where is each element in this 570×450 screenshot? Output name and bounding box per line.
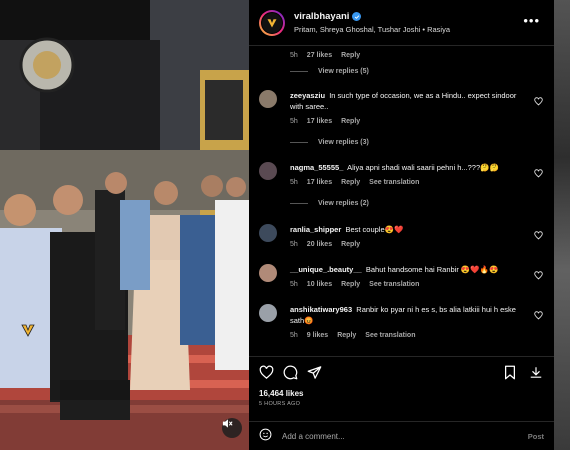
- audio-credit[interactable]: Pritam, Shreya Ghoshal, Tushar Joshi • R…: [294, 25, 450, 34]
- comment-username[interactable]: zeeyasziu: [290, 91, 325, 100]
- comment-text: Bahut handsome hai Ranbir 😍❤️🔥😍: [365, 265, 499, 274]
- comment-text: Best couple😍❤️: [345, 225, 404, 234]
- comment-icon[interactable]: [283, 365, 298, 385]
- comment-username[interactable]: anshikatiwary963: [290, 305, 352, 314]
- video-frame: [0, 0, 249, 450]
- comment-like-heart-icon[interactable]: [534, 165, 543, 183]
- download-icon[interactable]: [529, 365, 543, 385]
- comment-likes[interactable]: 9 likes: [307, 332, 328, 339]
- comment-age: 5h: [290, 281, 298, 288]
- comment-meta: 5h 9 likes Reply See translation: [290, 332, 520, 339]
- reply-button[interactable]: Reply: [337, 332, 356, 339]
- comment-text-row: nagma_55555_ Aliya apni shadi wali saari…: [290, 162, 520, 173]
- screen: viralbhayani Pritam, Shreya Ghoshal, Tus…: [0, 0, 570, 450]
- comment-like-heart-icon[interactable]: [534, 307, 543, 325]
- comment-username[interactable]: nagma_55555_: [290, 163, 343, 172]
- comment-age: 5h: [290, 179, 298, 186]
- post-video[interactable]: [0, 0, 249, 450]
- comment-like-heart-icon[interactable]: [534, 227, 543, 245]
- comment-meta: 5h 17 likes Reply: [290, 118, 520, 125]
- reply-button[interactable]: Reply: [341, 179, 360, 186]
- comment-username[interactable]: __unique_.beauty__: [290, 265, 362, 274]
- comment-text-row: zeeyasziu In such type of occasion, we a…: [290, 90, 520, 112]
- comment-item: __unique_.beauty__ Bahut handsome hai Ra…: [259, 264, 549, 288]
- view-replies-row[interactable]: View replies (3): [259, 139, 549, 146]
- comment-age: 5h: [290, 241, 298, 248]
- action-bar: [259, 365, 544, 381]
- view-replies-button[interactable]: View replies (2): [318, 200, 369, 207]
- comment-text-row: ranlia_shipper Best couple😍❤️: [290, 224, 520, 235]
- comment-age: 5h: [290, 52, 298, 59]
- add-comment-bar: Add a comment... Post: [249, 421, 554, 450]
- comment-like-heart-icon[interactable]: [534, 267, 543, 285]
- reply-button[interactable]: Reply: [341, 52, 360, 59]
- comment-text-row: __unique_.beauty__ Bahut handsome hai Ra…: [290, 264, 520, 275]
- reply-button[interactable]: Reply: [341, 118, 360, 125]
- comment-age: 5h: [290, 118, 298, 125]
- comment-input[interactable]: Add a comment...: [282, 432, 528, 441]
- post-header: viralbhayani Pritam, Shreya Ghoshal, Tus…: [249, 0, 554, 46]
- view-replies-button[interactable]: View replies (5): [318, 68, 369, 75]
- post-footer: 16,464 likes 5 HOURS AGO Add a comment..…: [249, 356, 554, 450]
- comment-item: ranlia_shipper Best couple😍❤️ 5h 20 like…: [259, 224, 549, 248]
- comment-username[interactable]: ranlia_shipper: [290, 225, 341, 234]
- view-replies-row[interactable]: View replies (2): [259, 200, 549, 207]
- comment-likes[interactable]: 17 likes: [307, 118, 332, 125]
- comment-likes[interactable]: 17 likes: [307, 179, 332, 186]
- comment-likes[interactable]: 20 likes: [307, 241, 332, 248]
- commenter-avatar[interactable]: [259, 264, 277, 282]
- watermark-logo: [20, 322, 36, 338]
- comment-meta: 5h 10 likes Reply See translation: [290, 281, 520, 288]
- author-username[interactable]: viralbhayani: [294, 11, 349, 22]
- comment-likes[interactable]: 27 likes: [307, 52, 332, 59]
- post-panel: viralbhayani Pritam, Shreya Ghoshal, Tus…: [249, 0, 554, 450]
- comment-age: 5h: [290, 332, 298, 339]
- reply-button[interactable]: Reply: [341, 241, 360, 248]
- comment-text: Aliya apni shadi wali saarii pehni h...?…: [347, 163, 499, 172]
- like-count[interactable]: 16,464 likes: [259, 389, 303, 398]
- see-translation-button[interactable]: See translation: [369, 179, 419, 186]
- view-replies-button[interactable]: View replies (3): [318, 139, 369, 146]
- send-icon[interactable]: [307, 365, 322, 385]
- more-icon: •••: [523, 13, 540, 28]
- comment-item: zeeyasziu In such type of occasion, we a…: [259, 90, 549, 125]
- commenter-avatar[interactable]: [259, 90, 277, 108]
- verified-badge-icon: [352, 12, 362, 21]
- comment-partial: 5h 27 likes Reply: [259, 46, 549, 59]
- mute-button[interactable]: [222, 418, 242, 438]
- post-timestamp: 5 HOURS AGO: [259, 401, 301, 407]
- comment-meta: 5h 17 likes Reply See translation: [290, 179, 520, 186]
- comment-item: nagma_55555_ Aliya apni shadi wali saari…: [259, 162, 549, 186]
- comment-likes[interactable]: 10 likes: [307, 281, 332, 288]
- author-username-row: viralbhayani: [294, 11, 450, 22]
- comment-item: anshikatiwary963 Ranbir ko pyar ni h es …: [259, 304, 549, 339]
- bookmark-icon[interactable]: [503, 365, 517, 385]
- header-text: viralbhayani Pritam, Shreya Ghoshal, Tus…: [294, 11, 450, 34]
- comment-meta: 5h 27 likes Reply: [290, 52, 520, 59]
- heart-icon[interactable]: [259, 365, 274, 385]
- comment-meta: 5h 20 likes Reply: [290, 241, 520, 248]
- see-translation-button[interactable]: See translation: [365, 332, 415, 339]
- comment-like-heart-icon[interactable]: [534, 93, 543, 111]
- see-translation-button[interactable]: See translation: [369, 281, 419, 288]
- background-strip: [554, 0, 570, 450]
- view-replies-row[interactable]: View replies (5): [259, 68, 549, 75]
- post-comment-button[interactable]: Post: [528, 432, 544, 441]
- comments-list[interactable]: 5h 27 likes Reply View replies (5) zeeya…: [249, 46, 554, 356]
- commenter-avatar[interactable]: [259, 162, 277, 180]
- more-options-button[interactable]: •••: [523, 13, 540, 28]
- reply-button[interactable]: Reply: [341, 281, 360, 288]
- comment-text-row: anshikatiwary963 Ranbir ko pyar ni h es …: [290, 304, 520, 326]
- author-avatar[interactable]: [259, 9, 285, 36]
- commenter-avatar[interactable]: [259, 304, 277, 322]
- emoji-icon[interactable]: [259, 428, 272, 446]
- commenter-avatar[interactable]: [259, 224, 277, 242]
